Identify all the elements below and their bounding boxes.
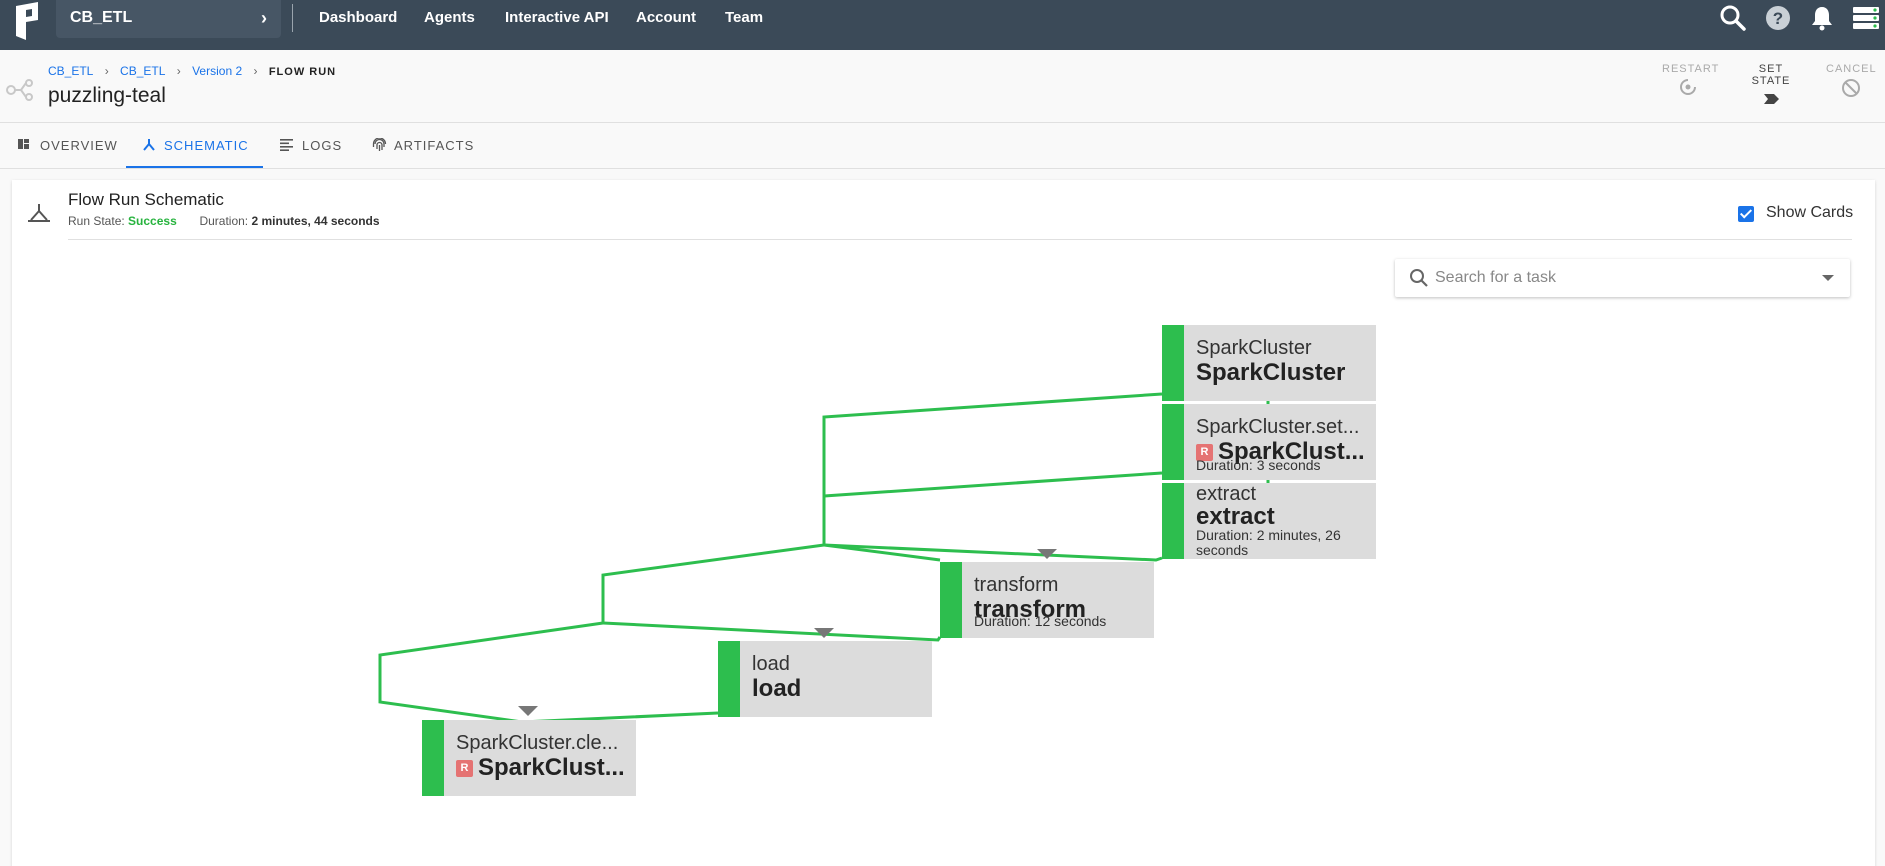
tab-artifacts[interactable]: ARTIFACTS xyxy=(372,124,474,168)
task-duration: Duration: 3 seconds xyxy=(1196,457,1321,473)
run-state-value: Success xyxy=(128,214,177,228)
project-selector[interactable]: CB_ETL › xyxy=(56,0,281,38)
task-node-sparkcluster-setup[interactable]: SparkCluster.set... R SparkClust... Dura… xyxy=(1162,404,1376,480)
prefect-logo-icon[interactable] xyxy=(14,2,40,40)
breadcrumb-separator-icon: › xyxy=(176,64,181,78)
tabs-divider xyxy=(0,168,1885,169)
breadcrumb-project[interactable]: CB_ETL xyxy=(48,64,93,78)
bell-icon[interactable] xyxy=(1808,4,1836,32)
task-node-sparkcluster[interactable]: SparkCluster SparkCluster xyxy=(1162,325,1376,401)
flow-run-icon xyxy=(6,79,33,101)
breadcrumb-version[interactable]: Version 2 xyxy=(192,64,242,78)
task-search-input[interactable] xyxy=(1435,263,1795,293)
collapse-arrow-icon[interactable] xyxy=(814,628,834,638)
topbar-divider xyxy=(292,4,293,32)
search-icon xyxy=(1410,269,1428,287)
fingerprint-icon xyxy=(372,138,387,151)
show-cards-checkbox[interactable] xyxy=(1738,206,1754,222)
project-name: CB_ETL xyxy=(70,9,133,26)
tab-schematic[interactable]: SCHEMATIC xyxy=(142,124,249,168)
retry-badge: R xyxy=(456,760,473,777)
nav-interactive-api[interactable]: Interactive API xyxy=(505,0,609,36)
task-duration: Duration: 2 minutes, 26 seconds xyxy=(1196,527,1341,558)
tab-artifacts-label: ARTIFACTS xyxy=(394,138,475,153)
breadcrumb-flow[interactable]: CB_ETL xyxy=(120,64,165,78)
task-state-bar xyxy=(1162,325,1184,401)
card-divider xyxy=(68,239,1852,240)
cancel-label: CANCEL xyxy=(1826,63,1877,75)
tab-logs[interactable]: LOGS xyxy=(280,124,342,168)
breadcrumb-separator-icon: › xyxy=(104,64,109,78)
tab-overview-label: OVERVIEW xyxy=(40,138,118,153)
nav-agents[interactable]: Agents xyxy=(424,0,475,36)
help-icon[interactable]: ? xyxy=(1764,4,1792,32)
task-state-bar xyxy=(718,641,740,717)
set-state-label: SET STATE xyxy=(1751,63,1791,87)
task-subtitle: SparkCluster.set... xyxy=(1196,416,1360,438)
nav-dashboard[interactable]: Dashboard xyxy=(319,0,397,36)
schematic-icon xyxy=(143,139,155,151)
run-meta: Run State: Success Duration: 2 minutes, … xyxy=(68,214,380,228)
page-title: puzzling-teal xyxy=(48,84,166,107)
search-icon[interactable] xyxy=(1719,4,1747,32)
breadcrumb-separator-icon: › xyxy=(253,64,258,78)
show-cards-label: Show Cards xyxy=(1766,204,1854,221)
task-subtitle: SparkCluster xyxy=(1196,337,1312,359)
cancel-button[interactable]: CANCEL xyxy=(1826,63,1876,98)
duration-value: 2 minutes, 44 seconds xyxy=(251,214,380,228)
task-name: SparkCluster xyxy=(1196,359,1346,386)
server-status-icon[interactable] xyxy=(1852,4,1880,32)
label-arrow-icon xyxy=(1764,94,1779,104)
collapse-arrow-icon[interactable] xyxy=(518,706,538,716)
task-node-extract[interactable]: extract extract Duration: 2 minutes, 26 … xyxy=(1162,483,1376,559)
tab-schematic-label: SCHEMATIC xyxy=(164,138,249,153)
restart-label: RESTART xyxy=(1662,63,1720,75)
chevron-right-icon: › xyxy=(261,8,267,28)
task-node-load[interactable]: load load xyxy=(718,641,932,717)
task-node-sparkcluster-cleanup[interactable]: SparkCluster.cle... R SparkClust... xyxy=(422,720,636,796)
top-bar: CB_ETL › Dashboard Agents Interactive AP… xyxy=(0,0,1885,50)
set-state-button[interactable]: SET STATE xyxy=(1738,63,1804,108)
task-name: SparkClust... xyxy=(478,754,625,781)
task-state-bar xyxy=(1162,404,1184,480)
duration-label: Duration: xyxy=(199,214,249,228)
dashboard-icon xyxy=(18,139,29,149)
breadcrumb: CB_ETL › CB_ETL › Version 2 › FLOW RUN xyxy=(48,64,336,78)
schematic-icon xyxy=(28,204,50,222)
header-divider xyxy=(0,122,1885,123)
block-icon xyxy=(1842,79,1860,97)
task-name: load xyxy=(752,675,802,702)
tab-logs-label: LOGS xyxy=(302,138,343,153)
restart-icon xyxy=(1680,79,1696,95)
task-subtitle: SparkCluster.cle... xyxy=(456,732,619,754)
run-state-label: Run State: xyxy=(68,214,125,228)
logs-icon xyxy=(280,139,293,151)
task-state-bar xyxy=(422,720,444,796)
card-title: Flow Run Schematic xyxy=(68,190,224,209)
tab-overview[interactable]: OVERVIEW xyxy=(18,124,118,168)
task-state-bar xyxy=(1162,483,1184,559)
task-duration: Duration: 12 seconds xyxy=(974,613,1107,629)
dropdown-arrow-icon[interactable] xyxy=(1822,275,1834,281)
restart-button[interactable]: RESTART xyxy=(1662,63,1720,96)
nav-account[interactable]: Account xyxy=(636,0,696,36)
breadcrumb-current: FLOW RUN xyxy=(268,66,337,78)
svg-text:?: ? xyxy=(1773,9,1783,28)
task-search[interactable] xyxy=(1395,259,1850,297)
task-subtitle: load xyxy=(752,653,790,675)
nav-team[interactable]: Team xyxy=(725,0,763,36)
task-subtitle: transform xyxy=(974,574,1059,596)
task-node-transform[interactable]: transform transform Duration: 12 seconds xyxy=(940,562,1154,638)
collapse-arrow-icon[interactable] xyxy=(1037,549,1057,559)
task-state-bar xyxy=(940,562,962,638)
